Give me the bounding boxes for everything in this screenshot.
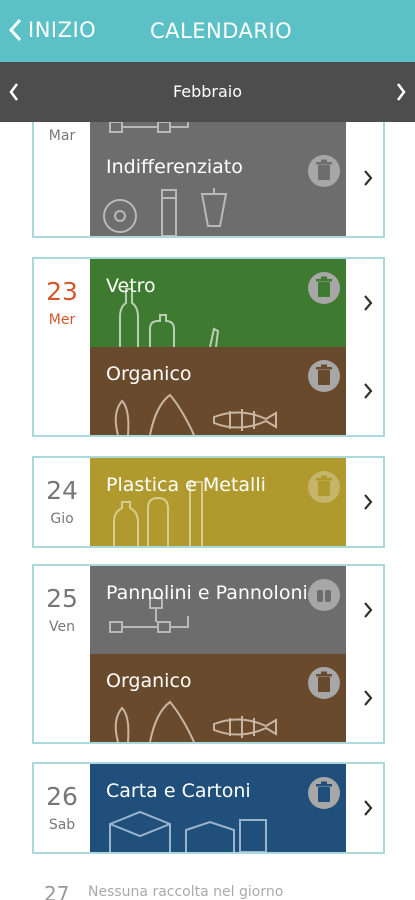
waste-row-carta[interactable]: Carta e Cartoni bbox=[90, 764, 383, 852]
chevron-right-icon bbox=[364, 494, 373, 510]
waste-type-name: Organico bbox=[106, 363, 192, 385]
day-card: 26 Sab Carta e Cartoni bbox=[32, 762, 385, 854]
month-selector: Febbraio bbox=[0, 62, 415, 122]
trash-bin-icon bbox=[308, 471, 340, 503]
waste-type-name: Carta e Cartoni bbox=[106, 780, 251, 802]
chevron-right-icon bbox=[364, 800, 373, 816]
trash-bin-icon bbox=[308, 155, 340, 187]
day-card: 25 Ven Pannolini e Pannoloni Organico bbox=[32, 564, 385, 744]
day-number: 23 bbox=[46, 277, 78, 306]
day-number: 26 bbox=[46, 782, 78, 811]
calendar-list[interactable]: Mar Indifferenziato 23 Mer Vetro Organic… bbox=[0, 122, 415, 900]
day-weekday: Mer bbox=[48, 312, 76, 328]
back-label: INIZIO bbox=[28, 18, 97, 42]
waste-row-plastica-metalli[interactable]: Plastica e Metalli bbox=[90, 458, 383, 546]
diaper-bag-icon bbox=[308, 579, 340, 611]
waste-row-pannolini[interactable]: Pannolini e Pannoloni bbox=[90, 566, 383, 654]
day-weekday: Ven bbox=[49, 619, 75, 635]
chevron-right-icon bbox=[364, 170, 373, 186]
day-label: 24 Gio bbox=[34, 458, 90, 527]
day-weekday: Sab bbox=[48, 817, 76, 833]
waste-type-name: Vetro bbox=[106, 275, 156, 297]
waste-row-indifferenziato[interactable]: Indifferenziato bbox=[90, 122, 383, 236]
waste-type-name: Organico bbox=[106, 670, 192, 692]
waste-row-organico[interactable]: Organico bbox=[90, 654, 383, 742]
day-label: 25 Ven bbox=[34, 566, 90, 635]
day-number: 25 bbox=[46, 584, 78, 613]
waste-row-organico[interactable]: Organico bbox=[90, 347, 383, 435]
day-label: Mar bbox=[34, 122, 90, 144]
day-label: 23 Mer bbox=[34, 259, 90, 328]
no-collection-text: Nessuna raccolta nel giorno bbox=[88, 884, 284, 900]
chevron-right-icon bbox=[364, 383, 373, 399]
trash-bin-icon bbox=[308, 360, 340, 392]
back-button[interactable]: INIZIO bbox=[8, 18, 96, 42]
chevron-right-icon bbox=[364, 602, 373, 618]
day-label: 26 Sab bbox=[34, 764, 90, 833]
day-card: 23 Mer Vetro Organico bbox=[32, 257, 385, 437]
month-label: Febbraio bbox=[172, 82, 243, 101]
trash-bin-icon bbox=[308, 667, 340, 699]
waste-row-vetro[interactable]: Vetro bbox=[90, 259, 383, 347]
top-header: INIZIO CALENDARIO bbox=[0, 0, 415, 62]
trash-bin-icon bbox=[308, 272, 340, 304]
chevron-right-icon bbox=[364, 690, 373, 706]
day-card: 24 Gio Plastica e Metalli bbox=[32, 456, 385, 548]
waste-type-name: Indifferenziato bbox=[106, 156, 243, 178]
day-card: Mar Indifferenziato bbox=[32, 122, 385, 238]
trash-bin-icon bbox=[308, 777, 340, 809]
day-number: 27 bbox=[44, 882, 70, 900]
chevron-left-icon bbox=[8, 18, 22, 42]
day-number: 24 bbox=[46, 476, 78, 505]
waste-type-name: Plastica e Metalli bbox=[106, 474, 266, 496]
next-month-arrow-icon[interactable] bbox=[395, 82, 407, 102]
day-weekday: Gio bbox=[50, 511, 74, 527]
day-weekday: Mar bbox=[48, 128, 76, 144]
chevron-right-icon bbox=[364, 295, 373, 311]
page-title: CALENDARIO bbox=[150, 19, 293, 43]
waste-type-name: Pannolini e Pannoloni bbox=[106, 582, 308, 604]
